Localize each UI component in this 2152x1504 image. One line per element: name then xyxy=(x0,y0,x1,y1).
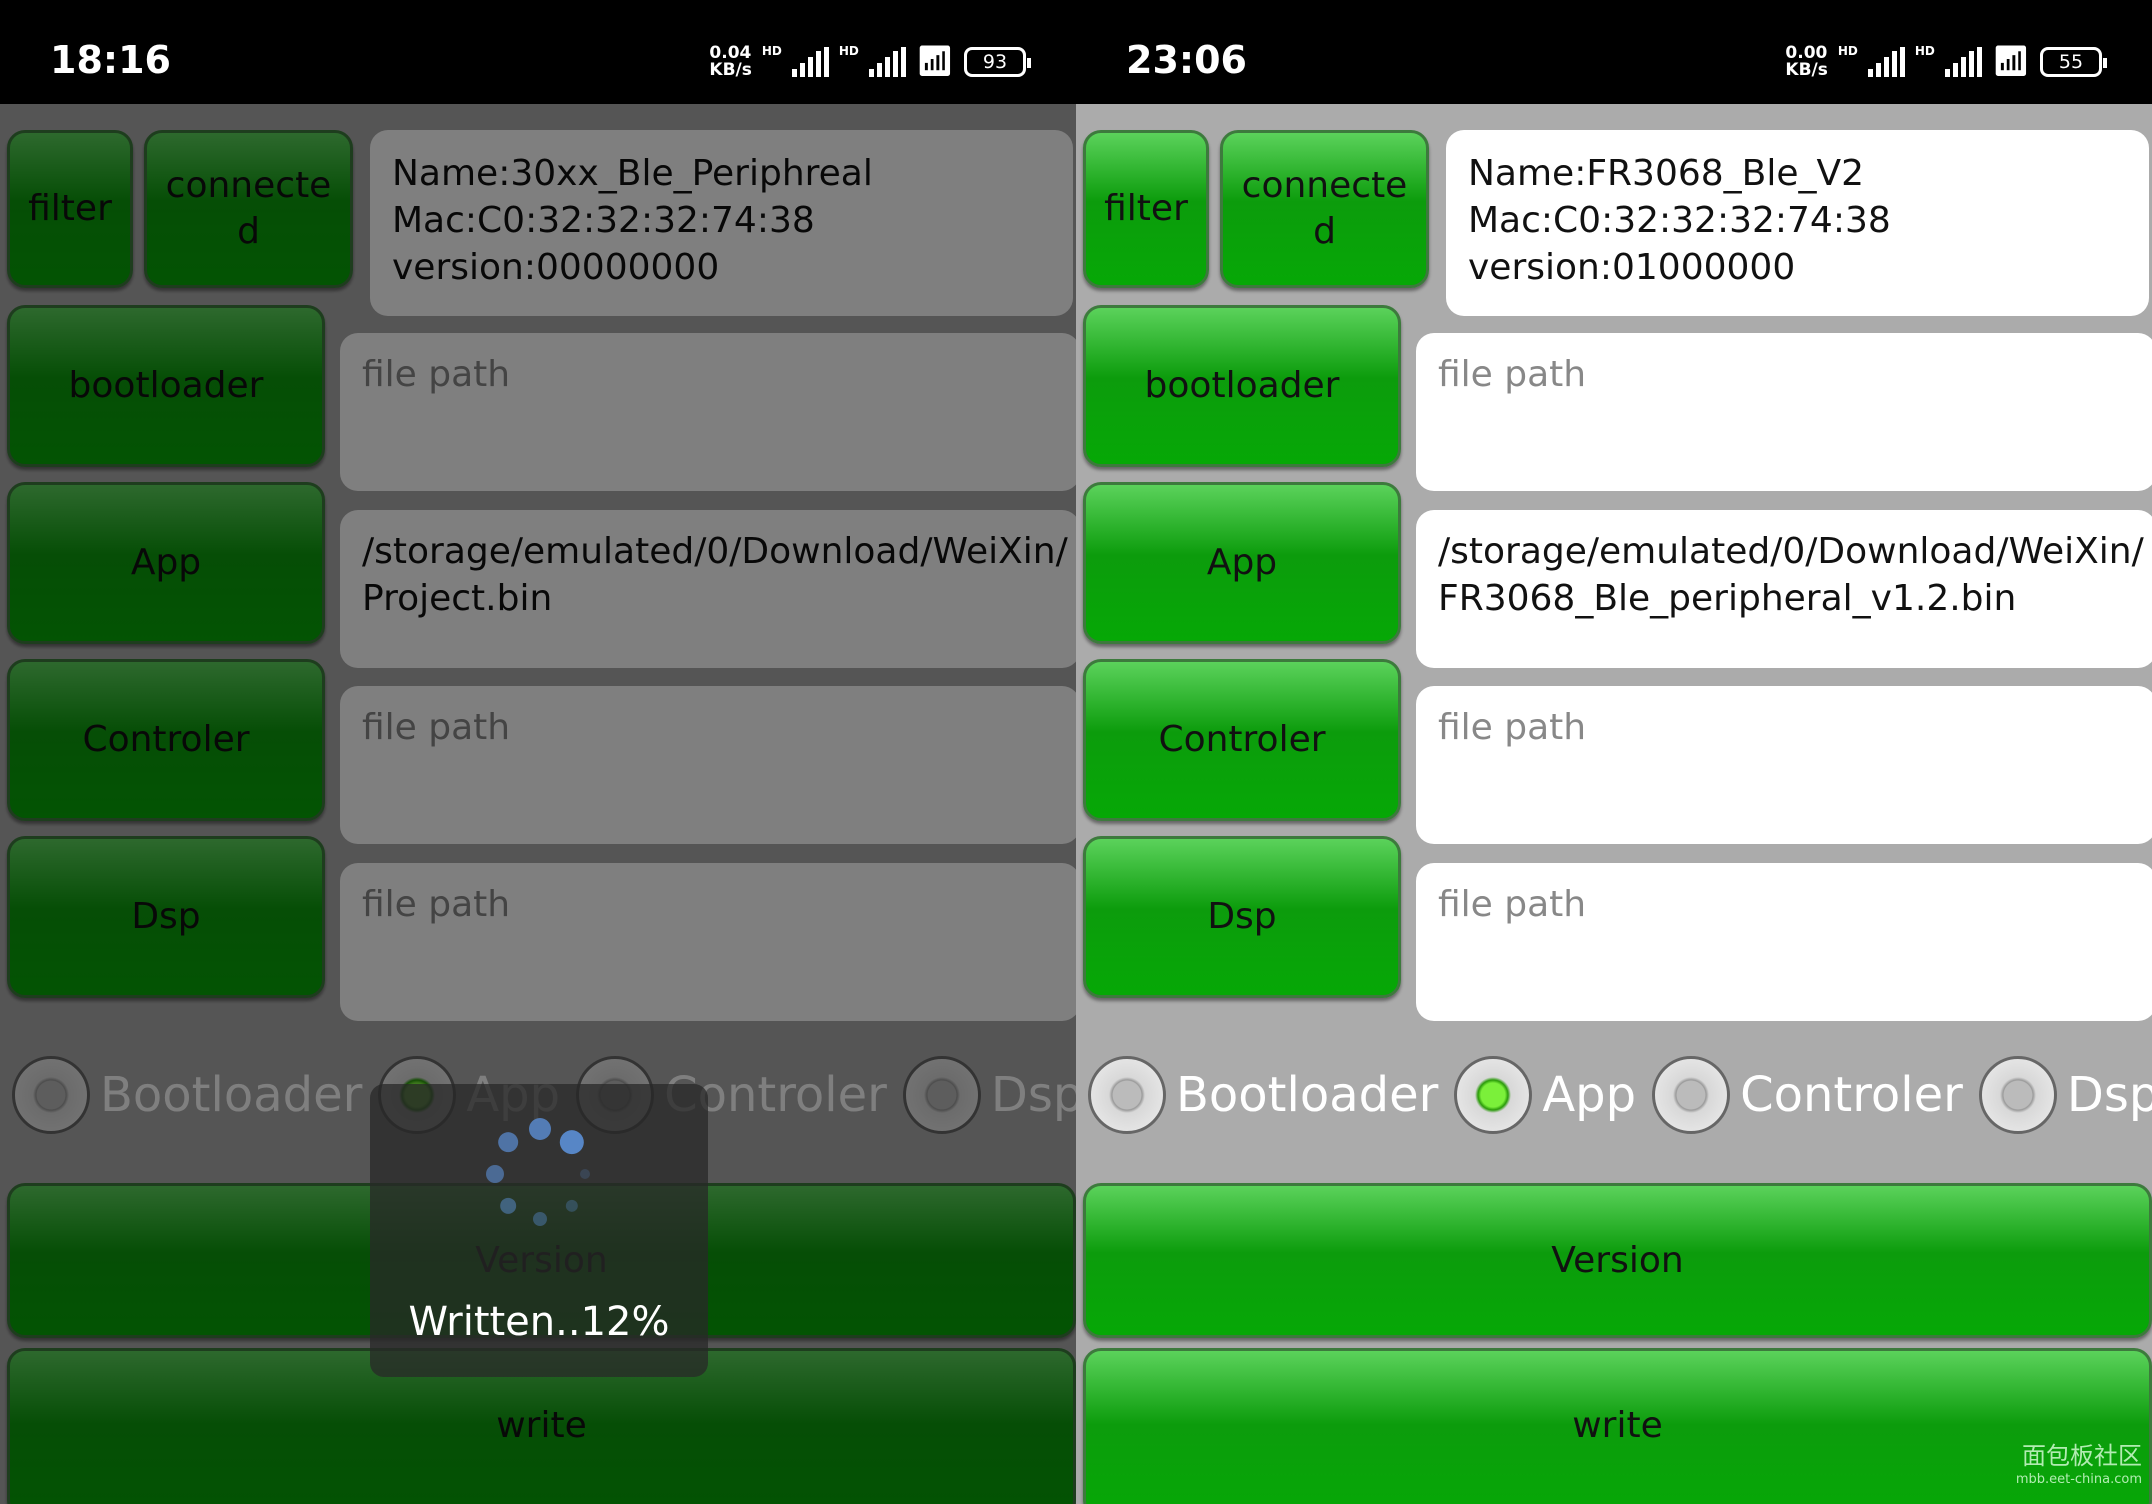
dsp-label: Dsp xyxy=(1207,896,1277,937)
signal-icon xyxy=(1867,46,1905,77)
radio-label: Controler xyxy=(1740,1067,1963,1123)
dsp-button[interactable]: Dsp xyxy=(1083,836,1401,998)
controler-file-path-field[interactable]: file path xyxy=(1416,686,2152,844)
progress-text: Written..12% xyxy=(408,1299,670,1345)
radio-label: Dsp xyxy=(2066,1067,2152,1123)
device-mac: Mac:C0:32:32:32:74:38 xyxy=(1468,200,1891,241)
radio-app[interactable] xyxy=(1454,1056,1533,1134)
hd-label: HD xyxy=(761,44,782,58)
controler-label: Controler xyxy=(1158,719,1326,760)
battery-icon: 55 xyxy=(2040,46,2107,77)
speed-value: 0.00 xyxy=(1785,42,1828,63)
controler-button[interactable]: Controler xyxy=(1083,659,1401,821)
dsp-file-path-field[interactable]: file path xyxy=(1416,863,2152,1021)
loading-spinner-icon xyxy=(486,1118,590,1226)
device-name: Name:FR3068_Ble_V2 xyxy=(1468,153,1865,194)
radio-label: App xyxy=(1542,1067,1637,1123)
speed-value: 0.04 xyxy=(709,42,752,63)
phone-screen: 18:16 0.04KB/s HDHD 📶︎ 93 filter connect… xyxy=(0,0,1076,1504)
filter-button[interactable]: filter xyxy=(1083,130,1209,288)
network-speed: 0.04 KB/s xyxy=(709,42,752,80)
clock: 18:16 xyxy=(50,38,171,82)
speed-unit: KB/s xyxy=(709,59,752,80)
signal-icon xyxy=(868,46,906,77)
hd-label: HD xyxy=(1837,44,1858,58)
radio-dsp[interactable] xyxy=(1978,1056,2057,1134)
bootloader-file-path-field[interactable]: file path xyxy=(1416,333,2152,491)
status-bar: 18:16 0.04 KB/s HD HD 📶︎ 93 xyxy=(0,0,1076,104)
wifi-icon: 📶︎ xyxy=(915,44,954,79)
network-speed: 0.00 KB/s xyxy=(1785,42,1828,80)
speed-unit: KB/s xyxy=(1785,59,1828,80)
phone-screen: 23:06 0.00 KB/s HD HD 📶︎ 55 filter connect… xyxy=(1076,0,2152,1504)
filter-label: filter xyxy=(1104,188,1188,229)
radio-bootloader[interactable] xyxy=(1088,1056,1166,1134)
app-button[interactable]: App xyxy=(1083,482,1401,644)
hd-label: HD xyxy=(838,44,859,58)
bootloader-button[interactable]: bootloader xyxy=(1083,305,1401,467)
battery-level: 93 xyxy=(982,50,1008,73)
radio-label: Bootloader xyxy=(1176,1067,1439,1123)
hd-label: HD xyxy=(1914,44,1935,58)
battery-icon: 93 xyxy=(964,46,1031,77)
radio-controler[interactable] xyxy=(1652,1056,1731,1134)
connected-label: connecte d xyxy=(1241,165,1408,252)
clock: 23:06 xyxy=(1126,38,1247,82)
version-button[interactable]: Version xyxy=(1083,1183,2152,1338)
write-button[interactable]: write xyxy=(1083,1348,2152,1504)
progress-dialog: Written..12% xyxy=(370,1084,708,1377)
bootloader-label: bootloader xyxy=(1144,365,1340,406)
watermark-logo: 面包板社区 mbb.eet-china.com xyxy=(2015,1442,2142,1487)
signal-icon xyxy=(1944,46,1982,77)
signal-icon xyxy=(791,46,829,77)
connected-button[interactable]: connecte d xyxy=(1220,130,1429,288)
device-version: version:01000000 xyxy=(1468,247,1796,288)
firmware-type-radio-group: Bootloader App Controler Dsp xyxy=(1088,1055,2152,1135)
version-label: Version xyxy=(1551,1239,1684,1281)
app-label: App xyxy=(1206,542,1278,583)
wifi-icon: 📶︎ xyxy=(1991,44,2030,79)
status-bar: 23:06 0.00 KB/s HD HD 📶︎ 55 xyxy=(1076,0,2152,104)
write-label: write xyxy=(1572,1405,1663,1446)
battery-level: 55 xyxy=(2058,50,2084,73)
app-file-path-field[interactable]: /storage/emulated/0/Download/WeiXin/ FR3… xyxy=(1416,510,2152,668)
device-info: Name:FR3068_Ble_V2 Mac:C0:32:32:32:74:38… xyxy=(1446,130,2149,316)
